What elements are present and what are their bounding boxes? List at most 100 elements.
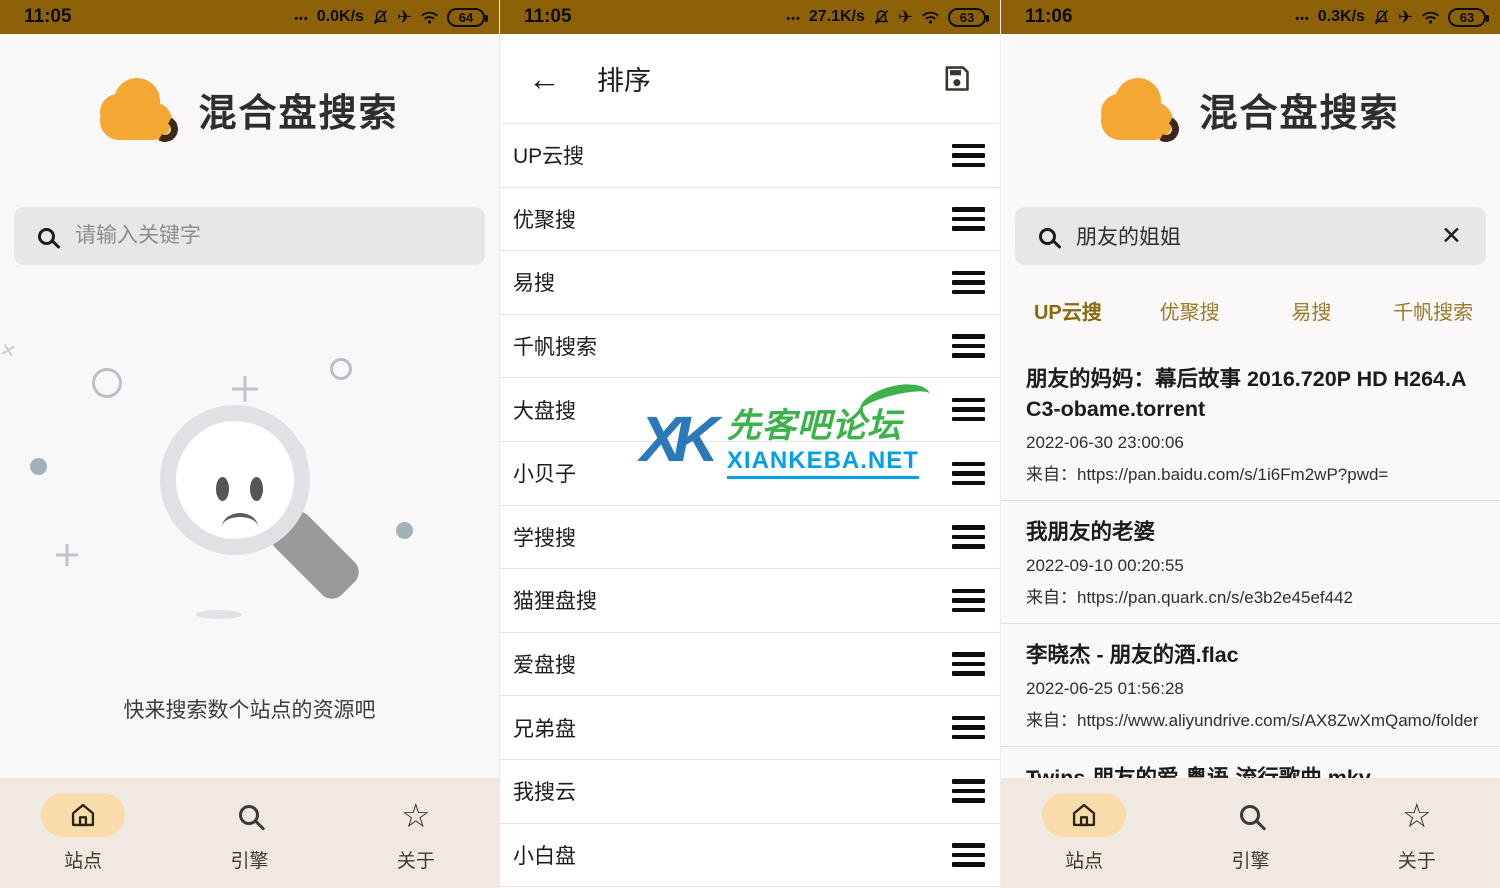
drag-handle-icon[interactable] [952, 589, 985, 613]
search-input[interactable] [75, 224, 461, 248]
site-name: 千帆搜索 [513, 331, 597, 361]
sort-list-item[interactable]: 小白盘 [500, 824, 1000, 888]
save-button[interactable] [941, 63, 972, 94]
site-name: 优聚搜 [513, 204, 576, 234]
search-icon [239, 805, 259, 825]
bell-muted-icon [1373, 9, 1390, 26]
result-date: 2022-06-25 01:56:28 [1026, 679, 1478, 699]
drag-handle-icon[interactable] [952, 398, 985, 422]
empty-hint: 快来搜索数个站点的资源吧 [0, 694, 499, 724]
site-name: 小贝子 [513, 458, 576, 488]
empty-state-illustration: ✕ [0, 340, 500, 670]
search-result-item[interactable]: 朋友的妈妈：幕后故事 2016.720P HD H264.AC3-obame.t… [1001, 348, 1500, 501]
sort-list-item[interactable]: 猫狸盘搜 [500, 569, 1000, 633]
bell-muted-icon [873, 9, 890, 26]
clock: 11:05 [24, 6, 72, 28]
nav-sites[interactable]: 站点 [1001, 778, 1167, 888]
bottom-nav: 站点 引擎 ☆ 关于 [1001, 778, 1500, 888]
drag-handle-icon[interactable] [952, 207, 985, 231]
magnifier-glass-face [160, 405, 310, 555]
network-activity-icon: ••• [786, 13, 801, 25]
nav-engines[interactable]: 引擎 [1167, 778, 1333, 888]
drag-handle-icon[interactable] [952, 716, 985, 740]
site-name: 猫狸盘搜 [513, 585, 597, 615]
battery-icon: 64 [447, 8, 485, 27]
clock: 11:05 [524, 6, 572, 28]
nav-sites[interactable]: 站点 [0, 778, 166, 888]
drag-handle-icon[interactable] [952, 652, 985, 676]
cloud-logo-icon [1101, 78, 1177, 140]
back-button[interactable]: ← [528, 62, 561, 95]
result-title: 我朋友的老婆 [1026, 517, 1478, 547]
status-bar: 11:06 ••• 0.3K/s ✈ 63 [1001, 0, 1500, 34]
search-result-item[interactable]: 我朋友的老婆 2022-09-10 00:20:55 来自：https://pa… [1001, 501, 1500, 624]
network-activity-icon: ••• [1295, 13, 1310, 25]
app-title: 混合盘搜索 [1199, 82, 1399, 137]
nav-label: 引擎 [1231, 846, 1269, 873]
sort-list: UP云搜 优聚搜 易搜 千帆搜索 大盘搜 小贝子 学搜搜 猫狸盘搜 爱盘搜 兄弟… [500, 124, 1000, 887]
result-source: 来自：https://pan.quark.cn/s/e3b2e45ef442 [1026, 583, 1478, 608]
app-header: 混合盘搜索 [1001, 34, 1500, 184]
network-speed: 0.3K/s [1318, 8, 1365, 26]
site-name: 易搜 [513, 267, 555, 297]
nav-label: 关于 [397, 846, 435, 873]
sort-list-item[interactable]: 易搜 [500, 251, 1000, 315]
sort-list-item[interactable]: 千帆搜索 [500, 315, 1000, 379]
drag-handle-icon[interactable] [952, 779, 985, 803]
nav-label: 站点 [1065, 846, 1103, 873]
result-title: 李晓杰 - 朋友的酒.flac [1026, 640, 1478, 670]
x-shape: ✕ [0, 339, 18, 365]
battery-icon: 63 [1448, 8, 1486, 27]
drag-handle-icon[interactable] [952, 271, 985, 295]
bell-muted-icon [372, 9, 389, 26]
sort-list-item[interactable]: 我搜云 [500, 760, 1000, 824]
sort-list-item[interactable]: 兄弟盘 [500, 696, 1000, 760]
nav-engines[interactable]: 引擎 [166, 778, 332, 888]
tab-youjusou[interactable]: 优聚搜 [1129, 296, 1251, 325]
home-icon [1070, 801, 1098, 829]
site-name: 小白盘 [513, 840, 576, 870]
drag-handle-icon[interactable] [952, 462, 985, 486]
search-icon [1240, 805, 1260, 825]
search-result-item[interactable]: 李晓杰 - 朋友的酒.flac 2022-06-25 01:56:28 来自：h… [1001, 624, 1500, 747]
airplane-mode-icon: ✈ [1398, 8, 1413, 26]
search-bar[interactable] [14, 207, 485, 265]
result-date: 2022-09-10 00:20:55 [1026, 556, 1478, 576]
sort-list-item[interactable]: 优聚搜 [500, 188, 1000, 252]
home-screen: 11:05 ••• 0.0K/s ✈ 64 混合盘搜索 ✕ 快来搜索数个站点的资… [0, 0, 500, 888]
cloud-logo-icon [100, 78, 176, 140]
nav-label: 引擎 [230, 846, 268, 873]
site-name: 爱盘搜 [513, 649, 576, 679]
result-date: 2022-06-30 23:00:06 [1026, 433, 1478, 453]
drag-handle-icon[interactable] [952, 843, 985, 867]
wifi-icon [420, 10, 439, 25]
nav-about[interactable]: ☆ 关于 [1334, 778, 1500, 888]
wifi-icon [1421, 10, 1440, 25]
network-speed: 0.0K/s [317, 8, 364, 26]
app-title: 混合盘搜索 [198, 82, 398, 137]
search-input[interactable] [1076, 224, 1421, 248]
result-source: 来自：https://pan.baidu.com/s/1i6Fm2wP?pwd= [1026, 460, 1478, 485]
nav-about[interactable]: ☆ 关于 [333, 778, 499, 888]
status-bar: 11:05 ••• 27.1K/s ✈ 63 [500, 0, 1000, 34]
airplane-mode-icon: ✈ [397, 8, 412, 26]
sort-list-item[interactable]: 大盘搜 [500, 378, 1000, 442]
drag-handle-icon[interactable] [952, 334, 985, 358]
sort-list-item[interactable]: UP云搜 [500, 124, 1000, 188]
network-speed: 27.1K/s [809, 8, 865, 26]
clear-search-icon[interactable]: ✕ [1441, 224, 1462, 249]
tab-upyunsou[interactable]: UP云搜 [1007, 296, 1129, 325]
drag-handle-icon[interactable] [952, 144, 985, 168]
airplane-mode-icon: ✈ [898, 8, 913, 26]
sort-list-item[interactable]: 爱盘搜 [500, 633, 1000, 697]
clock: 11:06 [1025, 6, 1073, 28]
nav-label: 关于 [1398, 846, 1436, 873]
app-header: 混合盘搜索 [0, 34, 499, 184]
drag-handle-icon[interactable] [952, 525, 985, 549]
search-bar[interactable]: ✕ [1015, 207, 1486, 265]
tab-qianfan[interactable]: 千帆搜索 [1372, 296, 1494, 325]
tab-yisou[interactable]: 易搜 [1251, 296, 1373, 325]
sort-list-item[interactable]: 小贝子 [500, 442, 1000, 506]
star-icon: ☆ [1402, 799, 1432, 832]
sort-list-item[interactable]: 学搜搜 [500, 506, 1000, 570]
